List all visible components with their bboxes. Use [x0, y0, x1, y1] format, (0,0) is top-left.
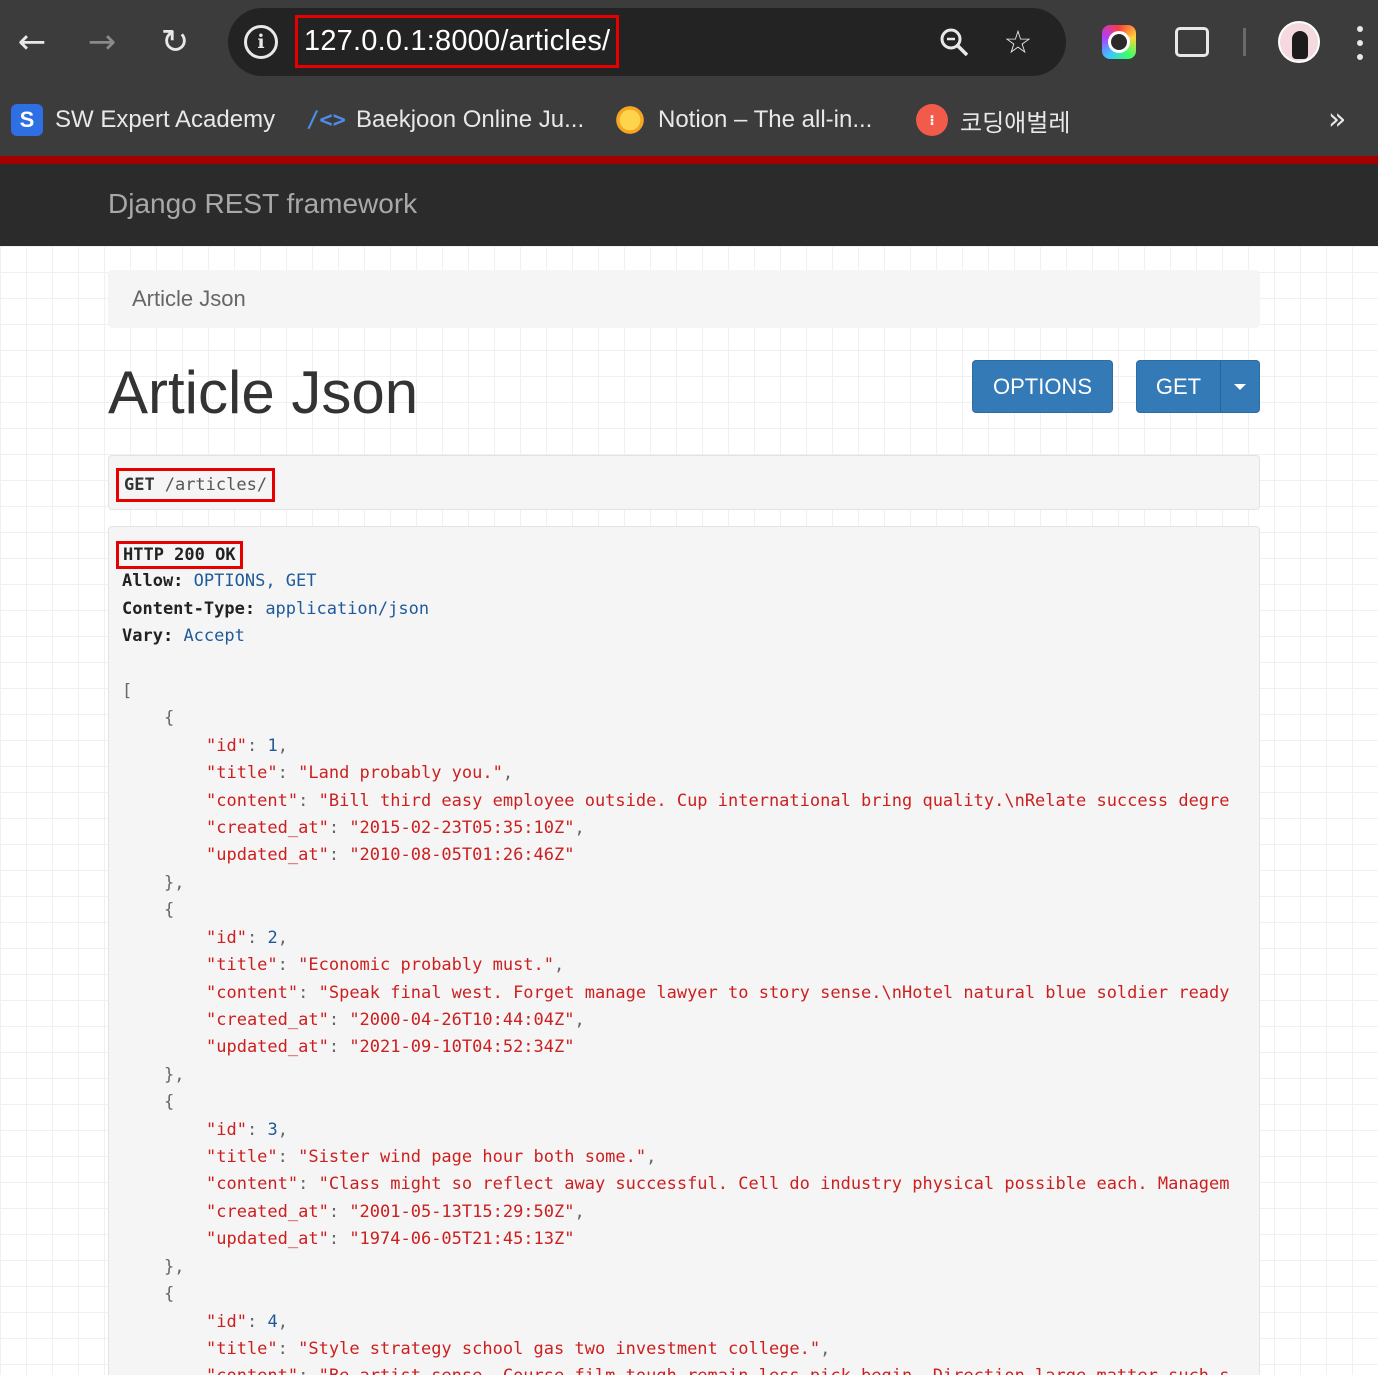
header-key: Content-Type: [122, 599, 256, 619]
article-id: 3 [267, 1120, 278, 1140]
header-value: application/json [265, 599, 430, 619]
article-title: "Land probably you." [298, 763, 503, 783]
options-button[interactable]: OPTIONS [972, 360, 1113, 413]
forward-icon[interactable]: → [80, 20, 124, 64]
menu-kebab-icon[interactable] [1356, 26, 1364, 60]
json-line-created: "created_at": "2000-04-26T10:44:04Z", [206, 1010, 585, 1030]
json-line-created: "created_at": "2001-05-13T15:29:50Z", [206, 1202, 585, 1222]
json-line-content: "content": "Speak final west. Forget man… [206, 983, 1230, 1003]
navbar-brand[interactable]: Django REST framework [108, 188, 417, 220]
get-button[interactable]: GET [1136, 360, 1221, 413]
bookmark-label: Notion – The all-in... [658, 106, 873, 133]
browser-toolbar: ← → ↻ i 127.0.0.1:8000/articles/ ☆ [0, 0, 1378, 84]
header-value: OPTIONS, GET [193, 571, 317, 591]
site-info-icon[interactable]: i [244, 25, 278, 59]
response-header: Vary: Accept [122, 626, 245, 646]
request-path: /articles/ [164, 475, 268, 495]
color-extension-icon[interactable] [1097, 20, 1141, 64]
json-brace: { [164, 708, 175, 728]
json-line-content: "content": "Bill third easy employee out… [206, 791, 1230, 811]
json-line-updated: "updated_at": "2010-08-05T01:26:46Z" [206, 845, 575, 865]
url-text[interactable]: 127.0.0.1:8000/articles/ [304, 25, 610, 58]
article-created-at: "2015-02-23T05:35:10Z" [349, 818, 575, 838]
json-line-content: "content": "Be artist sense. Course film… [206, 1366, 1230, 1375]
more-bookmarks-icon[interactable]: » [1328, 102, 1346, 137]
page-title: Article Json [108, 359, 419, 426]
bookmark-label: SW Expert Academy [55, 106, 276, 133]
get-format-dropdown[interactable] [1220, 360, 1260, 413]
response-info: HTTP 200 OK Allow: OPTIONS, GET Content-… [108, 526, 1260, 1375]
json-line-id: "id": 1, [206, 736, 288, 756]
header-value: Accept [183, 626, 245, 646]
json-line-title: "title": "Land probably you.", [206, 763, 514, 783]
page-content: Article Json Article Json OPTIONS GET GE… [0, 246, 1378, 1375]
bookmark-label: Baekjoon Online Ju... [356, 106, 585, 133]
request-method: GET [124, 475, 155, 495]
json-open-bracket: [ [122, 681, 133, 701]
extensions-puzzle-icon[interactable] [1170, 20, 1214, 64]
sun-favicon-icon [614, 104, 646, 136]
article-id: 1 [267, 736, 278, 756]
article-updated-at: "2010-08-05T01:26:46Z" [349, 845, 575, 865]
article-content: "Bill third easy employee outside. Cup i… [318, 791, 1230, 811]
bookmark-swea[interactable]: S SW Expert Academy [11, 100, 275, 140]
article-content: "Be artist sense. Course film tough rema… [319, 1366, 1230, 1375]
navbar-top-stripe [0, 156, 1378, 164]
article-updated-at: "1974-06-05T21:45:13Z" [349, 1229, 575, 1249]
json-line-title: "title": "Sister wind page hour both som… [206, 1147, 657, 1167]
breadcrumb: Article Json [108, 270, 1260, 328]
request-info: GET /articles/ [108, 455, 1260, 510]
toolbar-divider [1243, 28, 1246, 56]
json-brace: { [164, 1092, 175, 1112]
larva-favicon-icon: ⁝ [916, 104, 948, 136]
reload-icon[interactable]: ↻ [153, 20, 197, 64]
header-key: Vary: [122, 626, 174, 646]
article-id: 2 [267, 928, 278, 948]
json-line-created: "created_at": "2015-02-23T05:35:10Z", [206, 818, 585, 838]
json-line-title: "title": "Style strategy school gas two … [206, 1339, 831, 1359]
bookmark-label: 코딩애벌레 [960, 109, 1071, 137]
json-brace: }, [164, 1257, 185, 1277]
code-favicon-icon: /<> [306, 107, 346, 133]
article-id: 4 [267, 1312, 278, 1332]
json-line-updated: "updated_at": "1974-06-05T21:45:13Z" [206, 1229, 575, 1249]
article-title: "Economic probably must." [298, 955, 555, 975]
breadcrumb-item: Article Json [132, 286, 246, 311]
address-bar[interactable]: i 127.0.0.1:8000/articles/ ☆ [228, 8, 1066, 76]
article-created-at: "2001-05-13T15:29:50Z" [349, 1202, 575, 1222]
article-content: "Class might so reflect away successful.… [318, 1174, 1230, 1194]
response-status: HTTP 200 OK [116, 541, 243, 569]
json-line-content: "content": "Class might so reflect away … [206, 1174, 1230, 1194]
bookmark-star-icon[interactable]: ☆ [998, 22, 1038, 62]
json-line-id: "id": 2, [206, 928, 288, 948]
article-updated-at: "2021-09-10T04:52:34Z" [349, 1037, 575, 1057]
json-brace: }, [164, 873, 185, 893]
profile-avatar[interactable] [1278, 21, 1320, 63]
drf-navbar: Django REST framework [0, 164, 1378, 246]
header-key: Allow: [122, 571, 184, 591]
json-line-title: "title": "Economic probably must.", [206, 955, 565, 975]
caret-down-icon [1234, 383, 1246, 390]
json-line-id: "id": 3, [206, 1120, 288, 1140]
url-highlight: 127.0.0.1:8000/articles/ [295, 15, 620, 68]
json-brace: }, [164, 1065, 185, 1085]
bookmark-codinglarva[interactable]: ⁝ 코딩애벌레 [916, 100, 1070, 140]
article-content: "Speak final west. Forget manage lawyer … [318, 983, 1230, 1003]
json-brace: { [164, 900, 175, 920]
swea-favicon-icon: S [11, 104, 43, 136]
json-line-updated: "updated_at": "2021-09-10T04:52:34Z" [206, 1037, 575, 1057]
back-icon[interactable]: ← [10, 20, 54, 64]
article-created-at: "2000-04-26T10:44:04Z" [349, 1010, 575, 1030]
bookmark-notion[interactable]: Notion – The all-in... [614, 100, 872, 140]
request-highlight: GET /articles/ [116, 468, 276, 502]
bookmark-baekjoon[interactable]: /<> Baekjoon Online Ju... [306, 100, 585, 140]
json-line-id: "id": 4, [206, 1312, 288, 1332]
article-title: "Sister wind page hour both some." [298, 1147, 647, 1167]
article-title: "Style strategy school gas two investmen… [298, 1339, 821, 1359]
response-header: Content-Type: application/json [122, 599, 429, 619]
zoom-icon[interactable] [934, 22, 974, 62]
bookmarks-bar: S SW Expert Academy /<> Baekjoon Online … [0, 84, 1378, 156]
response-header: Allow: OPTIONS, GET [122, 571, 317, 591]
json-brace: { [164, 1284, 175, 1304]
